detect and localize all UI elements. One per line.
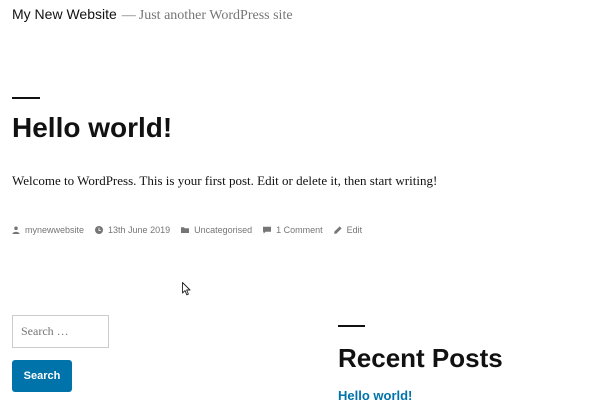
site-title[interactable]: My New Website xyxy=(12,6,117,22)
meta-category: Uncategorised xyxy=(181,225,252,235)
comment-icon xyxy=(263,226,272,234)
category-link[interactable]: Uncategorised xyxy=(194,225,252,235)
title-separator: — xyxy=(121,8,136,23)
comments-link[interactable]: 1 Comment xyxy=(276,225,323,235)
site-header: My New Website — Just another WordPress si… xyxy=(12,6,293,24)
post-divider xyxy=(12,97,40,99)
search-input[interactable] xyxy=(12,315,109,348)
site-tagline: Just another WordPress site xyxy=(138,8,293,23)
mouse-cursor-icon xyxy=(182,282,191,296)
clock-icon xyxy=(95,226,104,234)
post-meta: mynewwebsite 13th June 2019 Uncategorise… xyxy=(12,225,373,235)
recent-posts-title: Recent Posts xyxy=(338,343,503,373)
post-content: Welcome to WordPress. This is your first… xyxy=(12,173,438,188)
folder-icon xyxy=(181,227,190,233)
pencil-icon xyxy=(333,226,342,234)
post-title[interactable]: Hello world! xyxy=(12,112,172,144)
widget-divider xyxy=(338,325,365,327)
meta-edit: Edit xyxy=(333,225,363,235)
meta-date: 13th June 2019 xyxy=(95,225,170,235)
meta-author: mynewwebsite xyxy=(12,225,84,235)
edit-link[interactable]: Edit xyxy=(347,225,363,235)
author-icon xyxy=(12,226,20,234)
meta-comments: 1 Comment xyxy=(263,225,323,235)
recent-post-link[interactable]: Hello world! xyxy=(338,388,412,403)
date-link[interactable]: 13th June 2019 xyxy=(108,225,170,235)
author-link[interactable]: mynewwebsite xyxy=(25,225,84,235)
search-button[interactable]: Search xyxy=(12,360,72,392)
